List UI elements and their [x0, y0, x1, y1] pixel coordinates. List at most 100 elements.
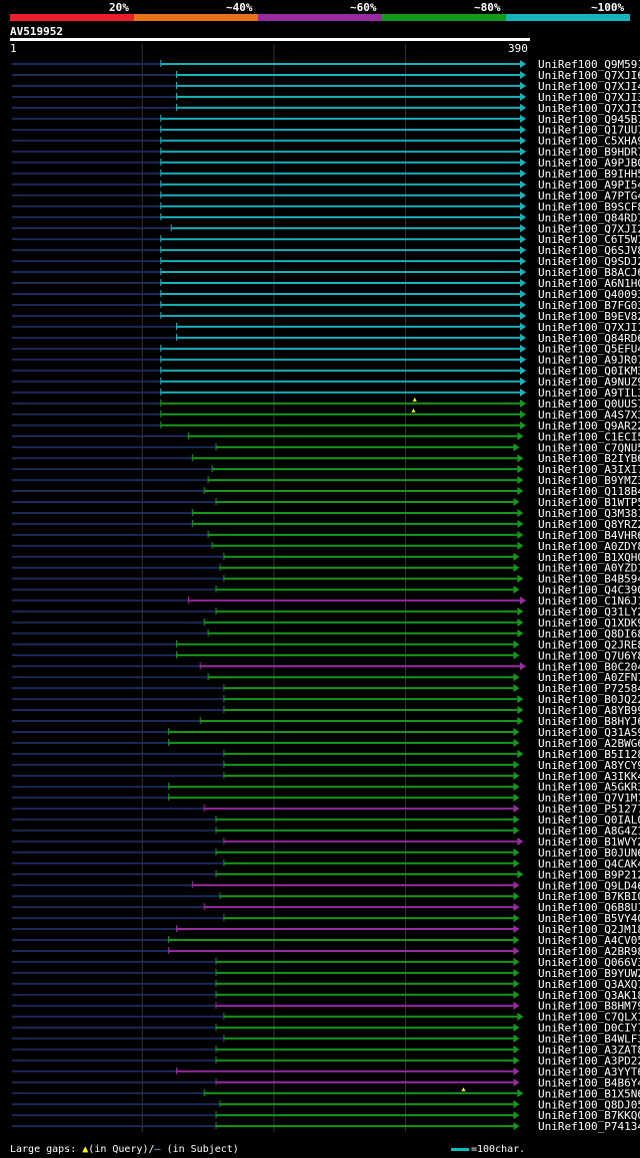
hit-arrow-icon [513, 968, 520, 977]
hit-arrow-icon [520, 322, 526, 331]
hit-arrow-icon [513, 903, 520, 912]
hit-arrow-icon [513, 1067, 520, 1076]
unit-bar-icon [451, 1147, 469, 1151]
hit-arrow-icon [517, 465, 524, 474]
hit-arrow-icon [520, 125, 526, 134]
hit-arrow-icon [520, 344, 526, 353]
hit-arrow-icon [517, 508, 524, 517]
hit-arrow-icon [517, 618, 524, 627]
hit-arrow-icon [513, 1111, 520, 1120]
hit-arrow-icon [520, 191, 526, 200]
hit-arrow-icon [520, 81, 526, 90]
hit-arrow-icon [520, 202, 526, 211]
hit-arrow-icon [517, 476, 524, 485]
hit-arrow-icon [513, 771, 520, 780]
hit-arrow-icon [513, 443, 520, 452]
hit-arrow-icon [520, 257, 526, 266]
hit-arrow-icon [513, 640, 520, 649]
hit-arrow-icon [517, 432, 524, 441]
hit-arrow-icon [517, 1089, 524, 1098]
hit-arrow-icon [517, 695, 524, 704]
scale-unit: =100char. [451, 1144, 525, 1155]
hit-arrow-icon [513, 1045, 520, 1054]
hit-arrow-icon [513, 738, 520, 747]
hit-arrow-icon [513, 957, 520, 966]
hit-arrow-icon [520, 311, 526, 320]
legend-in-query: (in Query)/ [88, 1144, 155, 1155]
hit-arrow-icon [517, 717, 524, 725]
hit-arrow-icon [517, 530, 524, 539]
hit-arrow-icon [520, 114, 526, 123]
hit-arrow-icon [520, 268, 526, 277]
hit-arrow-icon [513, 1056, 520, 1065]
hit-arrow-icon [513, 684, 520, 693]
hit-arrow-icon [513, 859, 520, 868]
scale-unit-label: =100char. [471, 1144, 526, 1155]
hit-arrow-icon [513, 815, 520, 824]
hit-arrow-icon [520, 180, 526, 189]
hit-arrow-icon [520, 235, 526, 244]
hit-arrow-icon [513, 848, 520, 857]
hit-label: UniRef100_P74134 [538, 1120, 640, 1133]
hit-arrow-icon [520, 355, 526, 364]
hit-arrow-icon [513, 651, 520, 660]
hit-arrow-icon [517, 749, 524, 758]
hit-arrow-icon [513, 1023, 520, 1032]
hit-arrow-icon [513, 1034, 520, 1043]
alignment-chart: UniRef100_Q9M591UniRef100_Q7XJI6UniRef10… [12, 44, 640, 1133]
hit-arrow-icon [520, 279, 526, 287]
hit-arrow-icon [513, 914, 520, 923]
hit-arrow-icon [513, 782, 520, 791]
hit-arrow-icon [513, 990, 520, 999]
hit-arrow-icon [517, 574, 524, 583]
hit-arrow-icon [520, 169, 526, 178]
query-gap-icon [461, 1087, 466, 1092]
hit-arrow-icon [520, 333, 526, 342]
hit-arrow-icon [513, 498, 520, 506]
hit-arrow-icon [513, 793, 520, 802]
hit-arrow-icon [513, 552, 520, 561]
hit-arrow-icon [513, 925, 520, 934]
hit-arrow-icon [513, 946, 520, 955]
hit-arrow-icon [513, 881, 520, 890]
hit-arrow-icon [520, 103, 526, 112]
hit-arrow-icon [517, 706, 524, 715]
hit-arrow-icon [517, 519, 524, 528]
hit-arrow-icon [513, 585, 520, 594]
hit-arrow-icon [513, 1078, 520, 1087]
hit-arrow-icon [520, 662, 526, 671]
hit-arrow-icon [513, 1122, 520, 1131]
hit-arrow-icon [513, 826, 520, 835]
hit-arrow-icon [517, 487, 524, 496]
legend-prefix: Large gaps: [10, 1144, 77, 1155]
hit-arrow-icon [520, 377, 526, 386]
hit-arrow-icon [513, 1100, 520, 1109]
hit-arrow-icon [517, 837, 524, 846]
hit-arrow-icon [513, 563, 520, 572]
hit-arrow-icon [520, 246, 526, 255]
hit-arrow-icon [513, 979, 520, 988]
hit-arrow-icon [513, 1001, 520, 1010]
hit-arrow-icon [520, 596, 526, 605]
hit-arrow-icon [520, 300, 526, 309]
hit-arrow-icon [513, 727, 520, 736]
hit-arrow-icon [517, 454, 524, 463]
hit-arrow-icon [520, 388, 526, 397]
hit-arrow-icon [520, 399, 526, 408]
hit-arrow-icon [517, 870, 524, 879]
hit-arrow-icon [520, 410, 526, 419]
query-gap-icon [412, 397, 417, 402]
hit-arrow-icon [520, 147, 526, 156]
hit-arrow-icon [517, 541, 524, 550]
hit-arrow-icon [520, 366, 526, 375]
hit-arrow-icon [520, 70, 526, 79]
hit-arrow-icon [520, 289, 526, 298]
hit-arrow-icon [513, 804, 520, 813]
legend: Large gaps: ▲(in Query)/— (in Subject) [10, 1144, 239, 1155]
hit-arrow-icon [517, 607, 524, 616]
hit-arrow-icon [520, 224, 526, 233]
hit-arrow-icon [517, 1012, 524, 1021]
hit-arrow-icon [520, 136, 526, 145]
hit-arrow-icon [513, 673, 520, 682]
hit-arrow-icon [513, 936, 520, 944]
